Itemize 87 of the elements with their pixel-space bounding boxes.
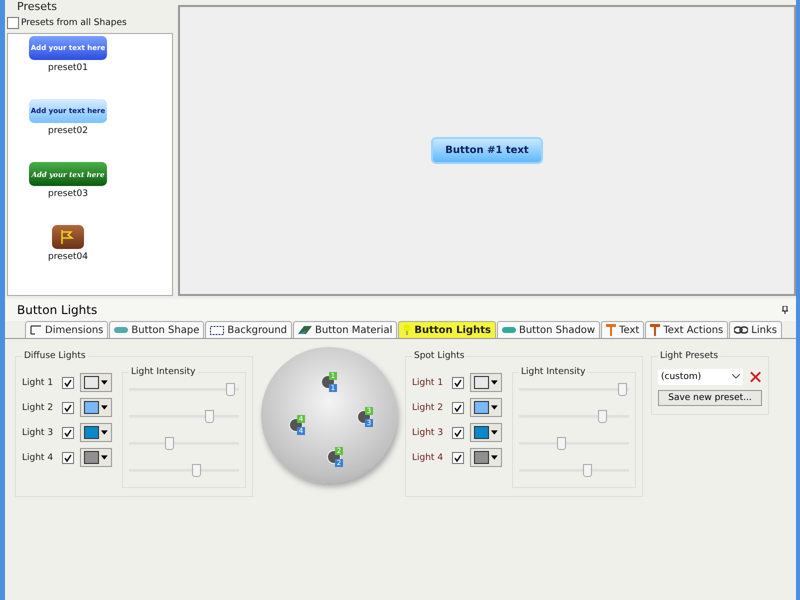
color-picker[interactable] — [470, 373, 502, 392]
chain-link-icon — [734, 326, 748, 334]
tab[interactable]: Button Shadow — [496, 321, 600, 338]
checkbox[interactable] — [7, 17, 19, 29]
color-picker[interactable] — [80, 423, 112, 442]
checkbox[interactable] — [62, 426, 74, 438]
check-icon — [64, 378, 72, 386]
pill-icon — [114, 326, 128, 334]
checkbox[interactable] — [62, 452, 74, 464]
checkbox[interactable] — [452, 402, 464, 414]
preset-label: preset04 — [48, 252, 88, 262]
tab[interactable]: Button Shape — [109, 321, 204, 338]
checkbox[interactable] — [452, 426, 464, 438]
color-picker[interactable] — [470, 448, 502, 467]
checkbox[interactable] — [62, 402, 74, 414]
check-icon — [64, 454, 72, 462]
shadow-icon — [502, 326, 516, 334]
check-icon — [64, 404, 72, 412]
panel-title: Presets — [16, 0, 58, 13]
caret-icon — [101, 405, 108, 410]
checkbox[interactable] — [452, 376, 464, 388]
check-icon — [64, 428, 72, 436]
tab[interactable]: Button Material — [293, 321, 398, 338]
panel-title: Button Lights — [17, 303, 98, 317]
tab[interactable]: Text Actions — [645, 321, 728, 338]
bulb-icon — [403, 324, 412, 336]
dashed-rect-icon — [210, 326, 224, 334]
caret-icon — [491, 430, 498, 435]
checkbox-label: Presets from all Shapes — [21, 18, 127, 28]
slider-thumb[interactable] — [204, 410, 214, 423]
light-label: Light 1 — [22, 378, 54, 388]
preview-button[interactable]: Button #1 text — [431, 137, 543, 164]
slider-thumb[interactable] — [165, 437, 174, 450]
light-label: Light 3 — [22, 428, 54, 438]
slider-thumb[interactable] — [618, 383, 627, 396]
color-picker[interactable] — [470, 398, 502, 417]
tab[interactable]: Dimensions — [25, 321, 108, 338]
slider-thumb[interactable] — [582, 464, 592, 477]
group-title: Diffuse Lights — [23, 351, 87, 361]
light-label: Light 1 — [412, 378, 444, 388]
color-picker[interactable] — [470, 423, 502, 442]
group-title: Light Intensity — [520, 367, 586, 377]
color-picker[interactable] — [80, 398, 112, 417]
caret-icon — [101, 380, 108, 385]
light-label: Light 4 — [22, 452, 54, 462]
caret-icon — [101, 430, 108, 435]
group-title: Light Intensity — [130, 367, 196, 377]
check-icon — [454, 428, 462, 436]
preset-label: preset01 — [48, 63, 88, 73]
tab[interactable]: Links — [729, 321, 782, 338]
slider-thumb[interactable] — [192, 464, 201, 477]
light-label: Light 2 — [22, 402, 54, 412]
caret-icon — [491, 455, 498, 460]
tab[interactable]: Button Lights — [398, 321, 496, 338]
light-label: Light 3 — [412, 428, 444, 438]
save-preset-button[interactable]: Save new preset... — [658, 390, 762, 406]
slider-thumb[interactable] — [598, 410, 607, 423]
preset-dropdown[interactable]: (custom) — [658, 368, 743, 384]
color-picker[interactable] — [80, 448, 112, 467]
flag-icon[interactable] — [52, 225, 84, 249]
check-icon — [454, 404, 462, 412]
check-icon — [454, 378, 462, 386]
checkbox[interactable] — [452, 452, 464, 464]
check-icon — [454, 454, 462, 462]
dropdown-value: (custom) — [661, 372, 702, 382]
text-icon — [650, 324, 660, 336]
preset-label: preset02 — [48, 126, 88, 136]
ruler-icon — [30, 325, 42, 335]
caret-icon — [101, 455, 108, 460]
delete-icon[interactable] — [748, 370, 762, 384]
chevron-down-icon — [732, 374, 740, 379]
tab[interactable]: Text — [601, 321, 644, 338]
light-label: Light 4 — [412, 452, 444, 462]
light-label: Light 2 — [412, 402, 444, 412]
tab[interactable]: Background — [205, 321, 292, 338]
pin-icon[interactable] — [782, 306, 788, 314]
group-title: Spot Lights — [413, 351, 466, 361]
text-icon — [606, 324, 616, 336]
slider-thumb[interactable] — [226, 383, 235, 396]
color-picker[interactable] — [80, 373, 112, 392]
slider-thumb[interactable] — [557, 437, 566, 450]
checkbox[interactable] — [62, 376, 74, 388]
preset-label: preset03 — [48, 189, 88, 199]
caret-icon — [491, 380, 498, 385]
material-icon — [298, 326, 312, 334]
group-title: Light Presets — [659, 351, 720, 361]
caret-icon — [491, 405, 498, 410]
